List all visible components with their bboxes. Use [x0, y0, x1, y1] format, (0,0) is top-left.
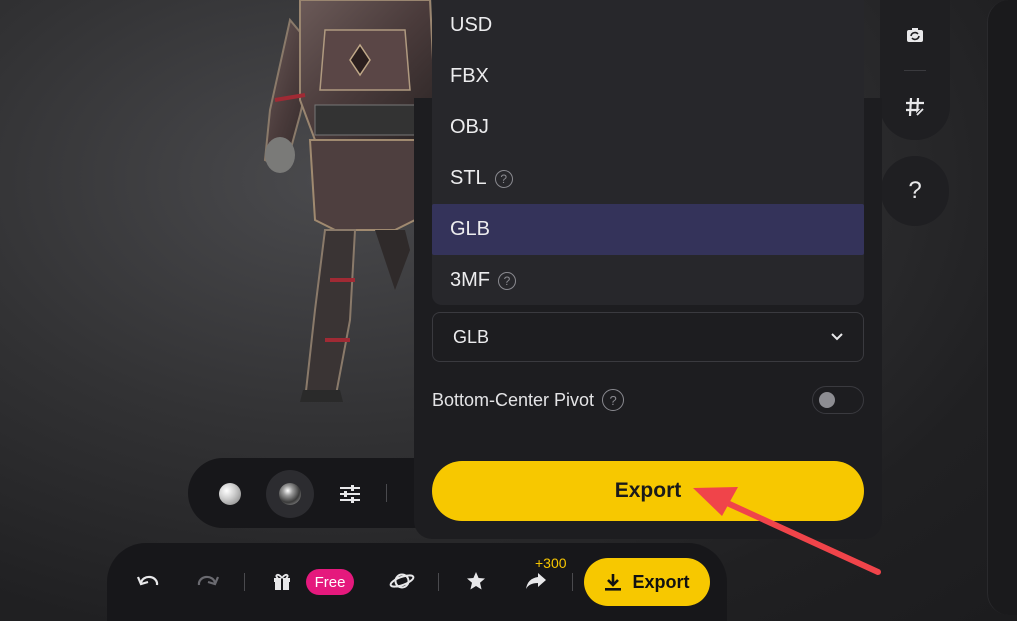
metal-material-button[interactable] [266, 470, 314, 518]
format-option-obj[interactable]: OBJ [432, 102, 864, 153]
help-circle-icon[interactable]: ? [602, 389, 625, 411]
format-option-label: STL [450, 167, 487, 189]
toolbar-separator [386, 484, 387, 502]
redo-button[interactable] [193, 561, 223, 601]
planet-icon [389, 573, 415, 589]
undo-icon [137, 575, 159, 586]
format-option-stl[interactable]: STL ? [432, 153, 864, 204]
toggle-knob [819, 392, 835, 408]
planet-button[interactable] [387, 561, 417, 601]
reward-points-label: +300 [535, 555, 567, 571]
format-select-value: GLB [453, 326, 490, 347]
material-toolbar [188, 458, 448, 528]
chevron-down-icon [831, 333, 843, 341]
matte-material-button[interactable] [206, 470, 254, 518]
help-button[interactable]: ? [881, 156, 949, 226]
gift-icon [274, 573, 290, 590]
toolbar-separator [244, 573, 245, 591]
export-toolbar-button[interactable]: Export [584, 558, 710, 606]
export-toolbar-label: Export [632, 571, 690, 592]
format-option-fbx[interactable]: FBX [432, 51, 864, 102]
free-badge[interactable]: Free [306, 569, 354, 595]
matte-sphere-icon [219, 483, 241, 505]
format-select[interactable]: GLB [432, 312, 864, 362]
star-icon [467, 572, 485, 590]
download-icon [605, 574, 622, 591]
export-button-label: Export [614, 479, 682, 502]
pivot-toggle[interactable] [812, 386, 864, 414]
metal-sphere-icon [279, 483, 301, 505]
gift-button[interactable] [269, 561, 295, 601]
help-circle-icon[interactable]: ? [498, 271, 516, 290]
favorite-button[interactable] [463, 561, 489, 601]
camera-rotate-icon [907, 28, 923, 42]
3d-viewport[interactable]: ? Free +300 Export USD FBX OBJ STL ? GLB… [0, 0, 1017, 621]
side-toolbar [880, 0, 950, 140]
pivot-setting: Bottom-Center Pivot ? [432, 386, 864, 414]
right-sidebar [987, 0, 1017, 615]
format-option-label: 3MF [450, 269, 490, 291]
format-option-usd[interactable]: USD [432, 0, 864, 51]
format-option-glb[interactable]: GLB [432, 204, 864, 255]
undo-button[interactable] [133, 561, 163, 601]
side-divider [904, 70, 926, 71]
sliders-icon [340, 485, 360, 503]
grid-toggle-button[interactable] [880, 87, 950, 127]
bottom-toolbar: Free +300 Export [107, 543, 727, 621]
format-option-label: FBX [450, 65, 489, 87]
format-option-3mf[interactable]: 3MF ? [432, 255, 864, 306]
camera-swap-button[interactable] [880, 15, 950, 55]
toolbar-separator [572, 573, 573, 591]
export-button[interactable]: Export [432, 461, 864, 521]
pivot-label: Bottom-Center Pivot [432, 389, 595, 410]
help-circle-icon[interactable]: ? [494, 169, 513, 188]
share-arrow-icon [526, 573, 546, 589]
redo-icon [197, 575, 219, 586]
format-option-label: USD [450, 14, 493, 36]
grid-off-icon [906, 97, 926, 118]
toolbar-separator [438, 573, 439, 591]
format-option-label: OBJ [450, 116, 489, 138]
format-dropdown-list: USD FBX OBJ STL ? GLB 3MF ? [432, 0, 864, 305]
adjustments-button[interactable] [326, 470, 374, 518]
format-option-label: GLB [450, 218, 491, 240]
